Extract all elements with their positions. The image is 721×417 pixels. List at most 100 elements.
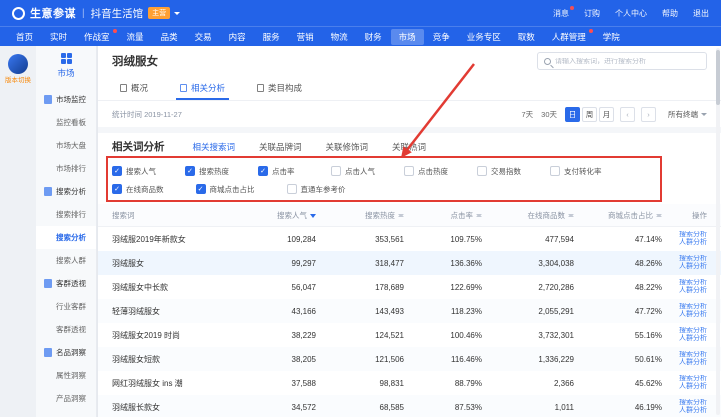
granularity-月[interactable]: 月	[599, 107, 614, 122]
sidebar-section-客群透视[interactable]: 客群透视	[36, 272, 96, 295]
header-menu-item-消息[interactable]: 消息	[553, 8, 569, 19]
granularity-日[interactable]: 日	[565, 107, 580, 122]
nav-item-物流[interactable]: 物流	[323, 29, 356, 45]
sidebar-item-行业客群[interactable]: 行业客群	[36, 295, 96, 318]
sidebar-item-市场大盘[interactable]: 市场大盘	[36, 134, 96, 157]
search-input[interactable]	[555, 58, 700, 65]
header-menu-item-订购[interactable]: 订购	[584, 8, 600, 19]
nav-item-实时[interactable]: 实时	[42, 29, 75, 45]
action-人群分析[interactable]: 人群分析	[679, 383, 707, 391]
metric-checkbox-支付转化率[interactable]: 支付转化率	[550, 166, 623, 177]
nav-item-财务[interactable]: 财务	[357, 29, 390, 45]
column-header-搜索词[interactable]: 搜索词	[112, 210, 240, 221]
keyword-search-box[interactable]	[537, 52, 707, 70]
nav-item-市场[interactable]: 市场	[391, 29, 424, 45]
nav-item-竞争[interactable]: 竞争	[425, 29, 458, 45]
metric-checkbox-直通车参考价[interactable]: 直通车参考价	[287, 184, 346, 195]
value-cell: 121,506	[316, 355, 404, 364]
nav-item-作战室[interactable]: 作战室	[76, 29, 118, 45]
workspace-avatar[interactable]	[8, 54, 28, 74]
nav-item-学院[interactable]: 学院	[595, 29, 628, 45]
action-人群分析[interactable]: 人群分析	[679, 335, 707, 343]
checkbox-icon: ✓	[196, 184, 206, 194]
value-cell: 43,166	[240, 307, 316, 316]
nav-item-品类[interactable]: 品类	[153, 29, 186, 45]
keyword-cell: 羽绒服女	[112, 258, 240, 269]
sidebar-item-产品洞察[interactable]: 产品洞察	[36, 387, 96, 410]
tab-概况[interactable]: 概况	[104, 76, 164, 100]
metric-checkbox-交易指数[interactable]: 交易指数	[477, 166, 550, 177]
scrollbar-track[interactable]	[716, 48, 720, 415]
nav-item-内容[interactable]: 内容	[221, 29, 254, 45]
sidebar-section-名品洞察[interactable]: 名品洞察	[36, 341, 96, 364]
column-header-点击率[interactable]: 点击率	[404, 210, 482, 221]
sidebar-item-客群透视[interactable]: 客群透视	[36, 318, 96, 341]
nav-item-取数[interactable]: 取数	[510, 29, 543, 45]
action-搜索分析[interactable]: 搜索分析	[679, 303, 707, 311]
header-menu-item-退出[interactable]: 退出	[693, 8, 709, 19]
column-header-商城点击占比[interactable]: 商城点击占比	[574, 210, 662, 221]
metric-checkbox-搜索人气[interactable]: ✓搜索人气	[112, 166, 185, 177]
sidebar-item-搜索排行[interactable]: 搜索排行	[36, 203, 96, 226]
nav-item-人群管理[interactable]: 人群管理	[544, 29, 594, 45]
panel-tab-关联修饰词[interactable]: 关联修饰词	[326, 141, 369, 153]
nav-item-服务[interactable]: 服务	[255, 29, 288, 45]
action-人群分析[interactable]: 人群分析	[679, 359, 707, 367]
tab-相关分析[interactable]: 相关分析	[164, 76, 241, 100]
value-cell: 118.23%	[404, 307, 482, 316]
nav-item-交易[interactable]: 交易	[187, 29, 220, 45]
column-header-在线商品数[interactable]: 在线商品数	[482, 210, 574, 221]
version-switch-tag[interactable]: 版本切换	[0, 77, 36, 85]
column-header-操作[interactable]: 操作	[662, 210, 707, 221]
header-menu-item-帮助[interactable]: 帮助	[662, 8, 678, 19]
action-人群分析[interactable]: 人群分析	[679, 287, 707, 295]
chevron-down-icon[interactable]	[174, 12, 180, 18]
metric-checkbox-点击热度[interactable]: 点击热度	[404, 166, 477, 177]
action-人群分析[interactable]: 人群分析	[679, 263, 707, 271]
checkbox-icon: ✓	[185, 166, 195, 176]
action-人群分析[interactable]: 人群分析	[679, 239, 707, 247]
metric-checkbox-点击人气[interactable]: 点击人气	[331, 166, 404, 177]
column-header-搜索人气[interactable]: 搜索人气	[240, 210, 316, 221]
terminal-filter-dropdown[interactable]: 所有终端	[668, 109, 707, 120]
action-搜索分析[interactable]: 搜索分析	[679, 375, 707, 383]
sidebar-item-市场排行[interactable]: 市场排行	[36, 157, 96, 180]
range-30天[interactable]: 30天	[541, 109, 557, 120]
sidebar-item-属性洞察[interactable]: 属性洞察	[36, 364, 96, 387]
metric-checkbox-在线商品数[interactable]: ✓在线商品数	[112, 184, 164, 195]
action-人群分析[interactable]: 人群分析	[679, 311, 707, 319]
sidebar-item-监控看板[interactable]: 监控看板	[36, 111, 96, 134]
nav-item-流量[interactable]: 流量	[119, 29, 152, 45]
tab-类目构成[interactable]: 类目构成	[241, 76, 318, 100]
scrollbar-thumb[interactable]	[716, 50, 720, 105]
range-7天[interactable]: 7天	[521, 109, 533, 120]
action-搜索分析[interactable]: 搜索分析	[679, 255, 707, 263]
metric-checkbox-点击率[interactable]: ✓点击率	[258, 166, 331, 177]
checkbox-icon	[550, 166, 560, 176]
sidebar-section-搜索分析[interactable]: 搜索分析	[36, 180, 96, 203]
panel-tab-关联热词[interactable]: 关联热词	[392, 141, 426, 153]
table-row: 羽绒服女2019 时尚38,229124,521100.46%3,732,301…	[98, 323, 721, 347]
panel-tab-关联品牌词[interactable]: 关联品牌词	[259, 141, 302, 153]
column-header-搜索热度[interactable]: 搜索热度	[316, 210, 404, 221]
sidebar-item-搜索分析[interactable]: 搜索分析	[36, 226, 96, 249]
sidebar-item-搜索人群[interactable]: 搜索人群	[36, 249, 96, 272]
granularity-周[interactable]: 周	[582, 107, 597, 122]
action-搜索分析[interactable]: 搜索分析	[679, 327, 707, 335]
metric-checkbox-搜索热度[interactable]: ✓搜索热度	[185, 166, 258, 177]
nav-item-首页[interactable]: 首页	[8, 29, 41, 45]
action-搜索分析[interactable]: 搜索分析	[679, 399, 707, 407]
action-人群分析[interactable]: 人群分析	[679, 407, 707, 415]
next-page-button[interactable]: ›	[641, 107, 656, 122]
nav-item-业务专区[interactable]: 业务专区	[459, 29, 509, 45]
action-搜索分析[interactable]: 搜索分析	[679, 231, 707, 239]
sidebar-section-市场监控[interactable]: 市场监控	[36, 88, 96, 111]
header-menu-item-个人中心[interactable]: 个人中心	[615, 8, 647, 19]
action-搜索分析[interactable]: 搜索分析	[679, 279, 707, 287]
module-chip[interactable]: 市场	[36, 46, 96, 88]
action-搜索分析[interactable]: 搜索分析	[679, 351, 707, 359]
nav-item-营销[interactable]: 营销	[289, 29, 322, 45]
panel-tab-相关搜索词[interactable]: 相关搜索词	[193, 141, 236, 153]
prev-page-button[interactable]: ‹	[620, 107, 635, 122]
metric-checkbox-商城点击占比[interactable]: ✓商城点击占比	[196, 184, 255, 195]
